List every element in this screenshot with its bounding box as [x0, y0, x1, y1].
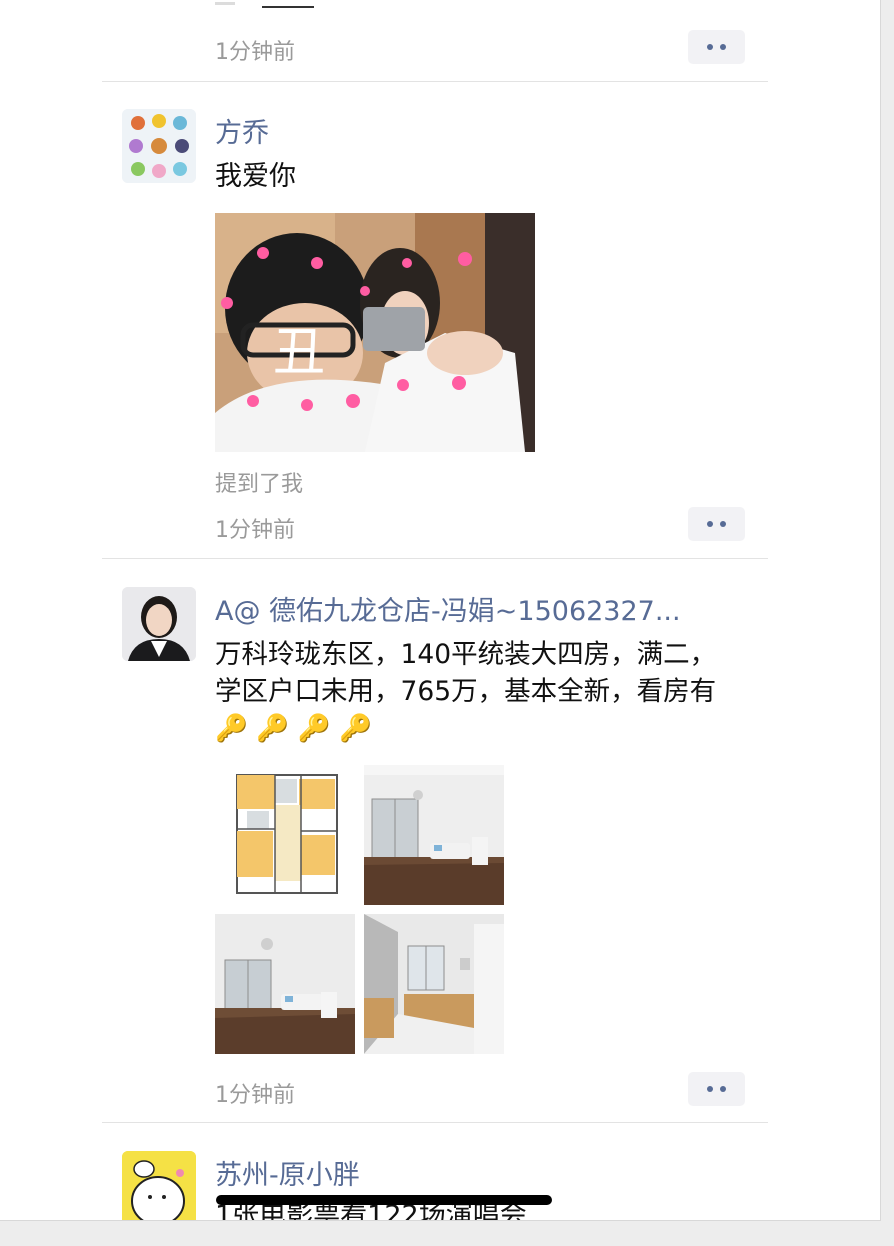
photo-overlay-text: 丑	[272, 323, 325, 383]
post-divider	[102, 558, 768, 559]
dot-icon	[707, 521, 713, 527]
dot-icon	[707, 44, 713, 50]
post-text: 我爱你	[215, 161, 296, 192]
moments-feed: 1分钟前 方乔 我爱你 丑 提到了我 1分钟前 A@ 德佑九龙仓店-冯娟~150…	[102, 0, 768, 1220]
dot-icon	[720, 521, 726, 527]
avatar[interactable]	[122, 587, 196, 661]
dot-icon	[707, 1086, 713, 1092]
avatar-sticker-grid	[122, 109, 196, 183]
kitchen-image	[364, 914, 504, 1054]
dot-icon	[720, 44, 726, 50]
couple-selfie-photo	[215, 213, 535, 452]
floor-plan-image	[215, 765, 355, 905]
post-time: 1分钟前	[215, 518, 295, 543]
post-time: 1分钟前	[215, 1083, 295, 1108]
avatar-cartoon-cat	[122, 1151, 196, 1220]
post-time: 1分钟前	[215, 40, 295, 65]
more-actions-button[interactable]	[688, 1072, 745, 1106]
post-divider	[102, 81, 768, 82]
more-actions-button[interactable]	[688, 507, 745, 541]
dot-icon	[720, 1086, 726, 1092]
post-photo-bedroom[interactable]	[215, 914, 355, 1054]
avatar[interactable]	[122, 1151, 196, 1220]
avatar-portrait	[122, 587, 196, 661]
more-actions-button[interactable]	[688, 30, 745, 64]
post-text: 万科玲珑东区，140平统装大四房，满二，学区户口未用，765万，基本全新，看房有…	[215, 639, 717, 744]
post-author[interactable]: A@ 德佑九龙仓店-冯娟~15062327...	[215, 589, 735, 628]
living-room-image	[364, 765, 504, 905]
bedroom-image	[215, 914, 355, 1054]
avatar[interactable]	[122, 109, 196, 183]
moments-feed-screen: 1分钟前 方乔 我爱你 丑 提到了我 1分钟前 A@ 德佑九龙仓店-冯娟~150…	[0, 0, 881, 1221]
cropped-content	[215, 2, 235, 5]
post-photo-floor-plan[interactable]	[215, 765, 355, 905]
post-author[interactable]: 苏州-原小胖	[215, 1153, 735, 1192]
post-divider	[102, 1122, 768, 1123]
post-author[interactable]: 方乔	[215, 111, 735, 150]
post-photo-kitchen[interactable]	[364, 914, 504, 1054]
post-photo-living-room[interactable]	[364, 765, 504, 905]
cropped-content-line	[262, 6, 314, 8]
redaction-bar	[216, 1195, 552, 1205]
mention-label: 提到了我	[215, 472, 304, 497]
post-photo[interactable]: 丑	[215, 213, 535, 452]
